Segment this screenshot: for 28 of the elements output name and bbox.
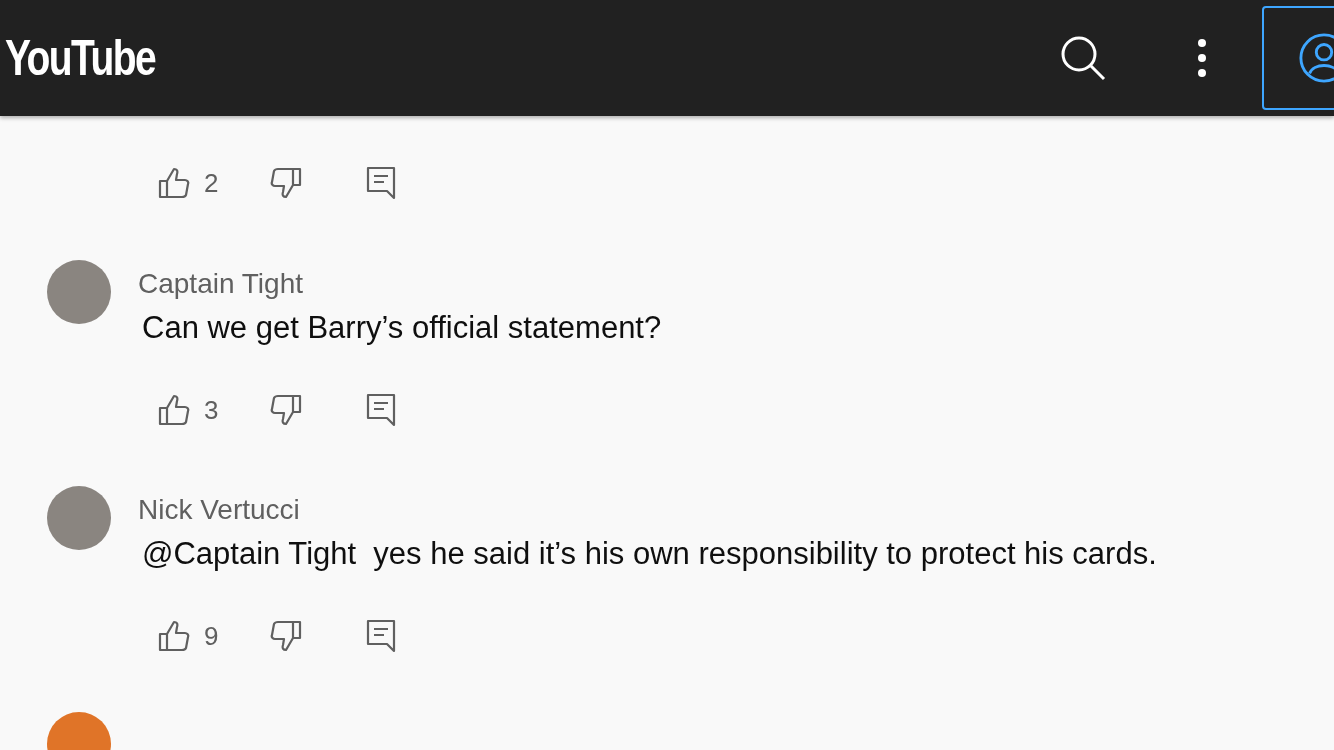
comment-text: @Captain Tight yes he said it’s his own responsibility to protect his cards. [142,535,1157,573]
reply-button[interactable] [366,166,397,200]
dislike-button[interactable] [270,167,303,199]
reply-icon [366,619,397,653]
reply-icon [366,166,397,200]
author-name[interactable]: Captain Tight [138,264,662,304]
thumbs-up-icon [158,620,190,652]
search-icon [1060,35,1106,81]
more-icon [1198,39,1206,77]
reply-button[interactable] [366,619,397,653]
thumbs-down-icon [270,394,303,426]
dislike-button[interactable] [270,620,303,652]
account-button[interactable] [1262,6,1334,110]
more-button[interactable] [1198,39,1206,77]
search-button[interactable] [1060,35,1106,81]
thumbs-down-icon [270,620,303,652]
like-button[interactable]: 2 [158,163,219,203]
comment-text: Can we get Barry’s official statement? [142,309,662,347]
reply-icon [366,393,397,427]
dislike-button[interactable] [270,394,303,426]
logo[interactable]: YouTube [5,33,156,83]
like-button[interactable]: 9 [158,616,219,656]
thumbs-down-icon [270,167,303,199]
reply-button[interactable] [366,393,397,427]
thumbs-up-icon [158,167,190,199]
thumbs-up-icon [158,394,190,426]
like-button[interactable]: 3 [158,390,219,430]
author-name[interactable]: Nick Vertucci [138,490,1157,530]
